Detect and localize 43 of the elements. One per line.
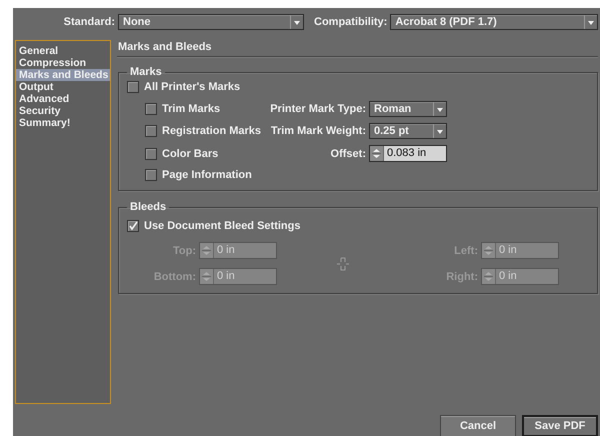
standard-dropdown[interactable]: None	[118, 14, 304, 30]
caret-icon	[584, 15, 597, 29]
sidebar-item[interactable]: Compression	[16, 57, 110, 69]
sidebar-item[interactable]: Output	[16, 81, 110, 93]
stepper-icon	[200, 243, 214, 258]
compatibility-dropdown[interactable]: Acrobat 8 (PDF 1.7)	[390, 14, 598, 30]
caret-icon	[433, 102, 446, 116]
checkbox-label: Registration Marks	[162, 125, 262, 137]
checkbox-label: Page Information	[162, 169, 252, 181]
checkbox[interactable]	[145, 125, 157, 137]
mark-weight-dropdown[interactable]: 0.25 pt	[369, 123, 447, 139]
sidebar-item[interactable]: Marks and Bleeds	[16, 69, 110, 81]
checkbox[interactable]	[145, 169, 157, 181]
spin-field[interactable]: 0.083 in	[369, 145, 447, 162]
sidebar-item[interactable]: General	[16, 45, 110, 57]
sidebar-item[interactable]: Summary!	[16, 117, 110, 129]
stepper-icon	[482, 243, 496, 258]
field-label: Printer Mark Type:	[269, 103, 367, 115]
stepper-icon	[370, 146, 384, 161]
checkbox[interactable]	[145, 148, 157, 160]
mark-type-dropdown[interactable]: Roman	[369, 101, 447, 117]
caret-icon	[290, 15, 303, 29]
checkbox[interactable]	[127, 220, 139, 232]
stepper-icon	[482, 269, 496, 284]
section-title: Marks and Bleeds	[117, 40, 598, 57]
group-title: Bleeds	[129, 201, 168, 213]
standard-label: Standard:	[62, 16, 115, 28]
field-label: Offset:	[330, 148, 366, 160]
sidebar-item[interactable]: Security	[16, 105, 110, 117]
checkbox-label: All Printer's Marks	[144, 81, 240, 93]
dialog-button[interactable]: Cancel	[440, 415, 516, 436]
sidebar-item[interactable]: Advanced	[16, 93, 110, 105]
field-label: Trim Mark Weight:	[270, 125, 367, 137]
checkbox[interactable]	[145, 103, 157, 115]
group-title: Marks	[129, 66, 163, 78]
caret-icon	[433, 124, 446, 138]
checkbox[interactable]	[127, 81, 139, 93]
checkbox-label: Trim Marks	[162, 103, 220, 115]
dialog-button[interactable]: Save PDF	[522, 415, 598, 436]
compatibility-label: Compatibility:	[314, 16, 388, 28]
checkbox-label: Color Bars	[162, 148, 218, 160]
stepper-icon	[200, 269, 214, 284]
checkbox-label: Use Document Bleed Settings	[144, 220, 300, 232]
